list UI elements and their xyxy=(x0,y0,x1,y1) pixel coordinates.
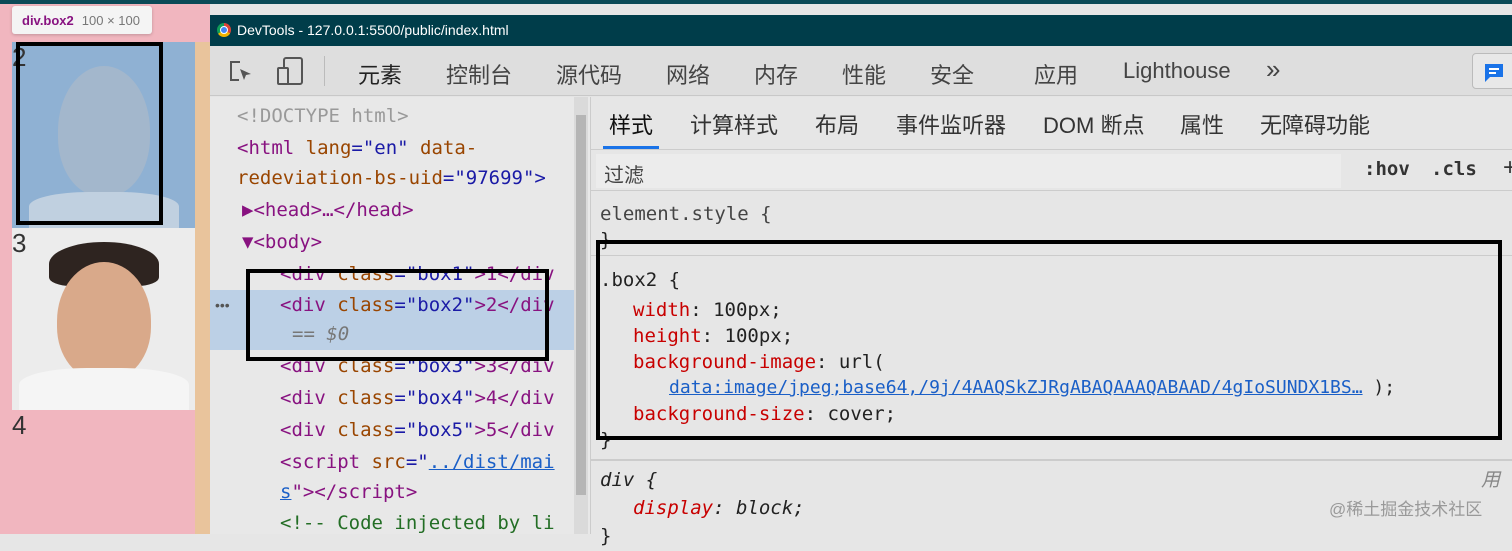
new-rule-button[interactable]: + xyxy=(1503,154,1512,182)
script-src-link[interactable]: s xyxy=(280,481,291,503)
devtools-window: DevTools - 127.0.0.1:5500/public/index.h… xyxy=(210,15,1512,547)
dom-box4-node[interactable]: <div class="box4">4</div xyxy=(280,383,555,413)
node-actions-button[interactable]: ••• xyxy=(215,297,230,313)
annotation-box-page xyxy=(16,42,163,225)
doctype: <!DOCTYPE html> xyxy=(237,105,409,127)
inspect-tooltip: div.box2 100 × 100 xyxy=(12,6,152,34)
inspect-element-icon[interactable] xyxy=(228,59,254,85)
photo-shirt xyxy=(18,368,189,410)
photo-face xyxy=(56,262,151,380)
tooltip-selector: div.box2 xyxy=(22,13,74,28)
tab-performance[interactable]: 性能 xyxy=(842,58,886,90)
tab-application[interactable]: 应用 xyxy=(1034,58,1078,90)
tab-computed[interactable]: 计算样式 xyxy=(690,108,778,140)
dom-body-node[interactable]: ▼<body> xyxy=(242,227,322,257)
tab-dom-breakpoints[interactable]: DOM 断点 xyxy=(1043,108,1144,140)
annotation-box-dom xyxy=(246,269,549,361)
attr-value: ="97699"> xyxy=(442,167,546,189)
chrome-icon xyxy=(217,23,231,37)
tab-accessibility[interactable]: 无障碍功能 xyxy=(1260,108,1370,140)
device-toolbar-icon[interactable] xyxy=(276,56,304,86)
dom-line: redeviation-bs-uid="97699"> xyxy=(237,163,546,193)
tab-elements[interactable]: 元素 xyxy=(343,58,417,101)
box4[interactable]: 4 xyxy=(12,410,195,534)
tag: ▶<head>…</head> xyxy=(242,199,414,221)
tag: <html xyxy=(237,137,306,159)
filter-input[interactable]: 过滤 xyxy=(596,154,1341,188)
hov-button[interactable]: :hov xyxy=(1364,158,1410,180)
filter-placeholder: 过滤 xyxy=(604,165,644,187)
script-src-link[interactable]: ../dist/mai xyxy=(429,451,555,473)
tab-security[interactable]: 安全 xyxy=(930,58,974,90)
dom-script-node[interactable]: <script src="../dist/mai xyxy=(280,447,555,477)
tab-layout[interactable]: 布局 xyxy=(815,108,859,140)
divider xyxy=(591,459,1512,461)
title-bar: DevTools - 127.0.0.1:5500/public/index.h… xyxy=(210,15,1512,46)
tab-sources[interactable]: 源代码 xyxy=(556,58,622,90)
dom-line[interactable]: <!DOCTYPE html> xyxy=(237,101,409,131)
annotation-box-css xyxy=(596,240,1502,440)
main-toolbar: 元素 控制台 源代码 网络 内存 性能 安全 应用 Lighthouse » xyxy=(210,46,1512,101)
tab-memory[interactable]: 内存 xyxy=(754,58,798,90)
scrollbar-thumb[interactable] xyxy=(576,115,586,495)
more-tabs-button[interactable]: » xyxy=(1266,54,1280,85)
toolbar-divider xyxy=(324,56,325,86)
attr-name: redeviation-bs-uid xyxy=(237,167,443,189)
attr-name: lang xyxy=(305,137,352,159)
tab-lighthouse[interactable]: Lighthouse xyxy=(1123,58,1231,84)
user-agent-label: 用 xyxy=(1481,469,1501,491)
tooltip-size: 100 × 100 xyxy=(81,13,140,28)
window-top-border xyxy=(0,0,1512,4)
feedback-button[interactable] xyxy=(1472,53,1512,89)
box-label: 3 xyxy=(12,228,27,258)
filter-bar: 过滤 :hov .cls + xyxy=(591,149,1512,191)
tab-properties[interactable]: 属性 xyxy=(1180,108,1224,140)
tab-styles[interactable]: 样式 xyxy=(602,108,660,149)
feedback-icon xyxy=(1485,64,1503,82)
watermark: @稀土掘金技术社区 xyxy=(1329,500,1483,519)
cls-button[interactable]: .cls xyxy=(1431,158,1477,180)
dom-line: s"></script> xyxy=(280,481,418,503)
dom-head-node[interactable]: ▶<head>…</head> xyxy=(242,195,414,225)
attr-name: data- xyxy=(420,137,478,159)
tag: ▼<body> xyxy=(242,231,323,253)
attr-value: ="en" xyxy=(351,137,421,159)
rule-close: } xyxy=(600,525,612,547)
dom-line[interactable]: <html lang="en" data- xyxy=(237,133,477,163)
window-title: DevTools - 127.0.0.1:5500/public/index.h… xyxy=(237,22,509,38)
page-strip xyxy=(195,42,210,534)
box-label: 4 xyxy=(12,410,27,440)
div-selector: div { xyxy=(600,469,658,491)
box3[interactable]: 3 xyxy=(12,228,195,410)
css-declaration: display: block; xyxy=(633,497,805,519)
tab-network[interactable]: 网络 xyxy=(666,58,710,90)
tab-event-listeners[interactable]: 事件监听器 xyxy=(896,108,1006,140)
dom-box5-node[interactable]: <div class="box5">5</div xyxy=(280,415,555,445)
tab-console[interactable]: 控制台 xyxy=(446,58,512,90)
element-style-selector[interactable]: element.style { xyxy=(600,199,772,229)
